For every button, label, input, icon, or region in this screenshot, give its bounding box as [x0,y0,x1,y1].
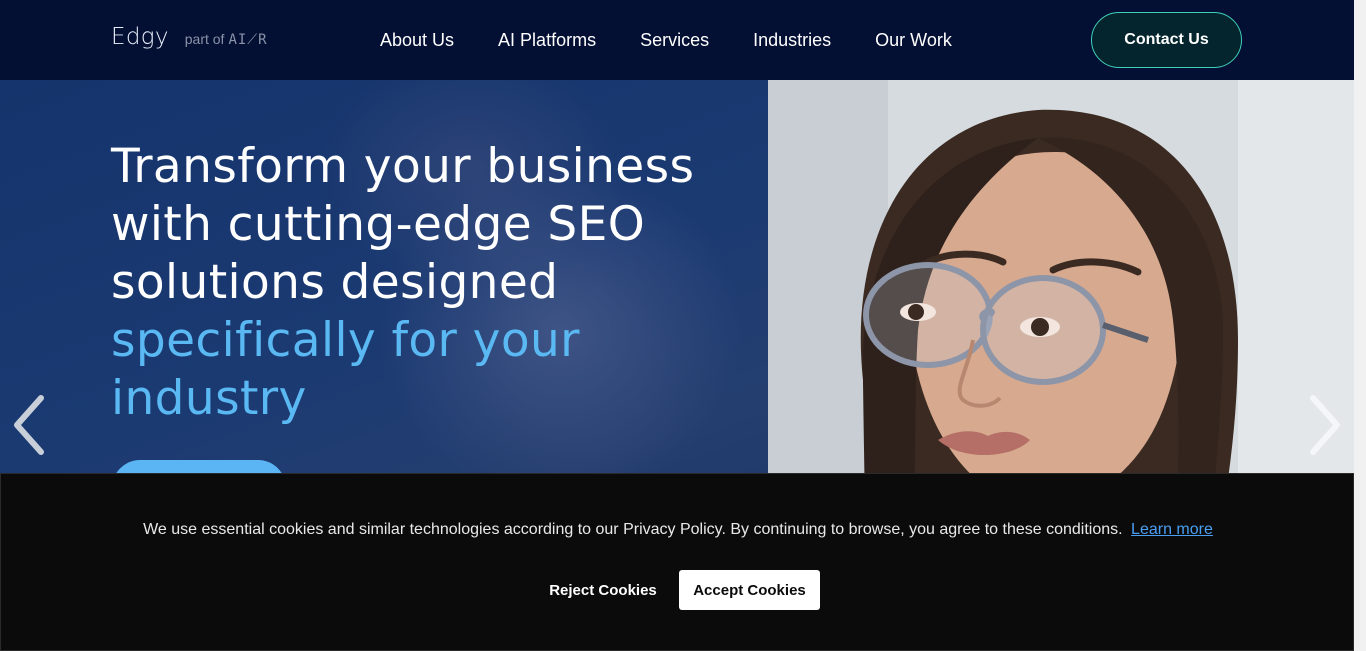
hero-title-accent-line: specifically for your [111,313,580,368]
carousel-prev-button[interactable] [9,392,49,458]
learn-more-link[interactable]: Learn more [1131,521,1213,538]
contact-us-button[interactable]: Contact Us [1091,12,1242,68]
logo-parent-brand: AI⟋R [228,32,268,48]
hero-title-line: with cutting-edge SEO [111,197,646,252]
main-nav: About Us AI Platforms Services Industrie… [358,0,974,80]
nav-our-work[interactable]: Our Work [853,0,974,80]
hero-title-accent-line: industry [111,371,307,426]
carousel-next-button[interactable] [1305,392,1345,458]
nav-ai-platforms[interactable]: AI Platforms [476,0,618,80]
page-scrollbar[interactable] [1354,0,1366,651]
cookie-message-text: We use essential cookies and similar tec… [143,521,1123,538]
logo-wordmark: Edgy [111,24,169,50]
chevron-right-icon [1310,395,1340,455]
reject-cookies-button[interactable]: Reject Cookies [537,570,669,610]
cookie-message: We use essential cookies and similar tec… [1,521,1355,539]
nav-about-us[interactable]: About Us [358,0,476,80]
site-header: Edgy part of AI⟋R About Us AI Platforms … [0,0,1366,80]
chevron-left-icon [14,395,44,455]
nav-industries[interactable]: Industries [731,0,853,80]
hero-title-line: solutions designed [111,255,559,310]
logo[interactable]: Edgy part of AI⟋R [111,24,268,50]
accept-cookies-button[interactable]: Accept Cookies [679,570,820,610]
cookie-banner: We use essential cookies and similar tec… [0,473,1354,651]
nav-services[interactable]: Services [618,0,731,80]
logo-part-of-label: part of [184,31,225,47]
hero-title-line: Transform your business [111,139,695,194]
hero-title: Transform your business with cutting-edg… [111,138,711,428]
